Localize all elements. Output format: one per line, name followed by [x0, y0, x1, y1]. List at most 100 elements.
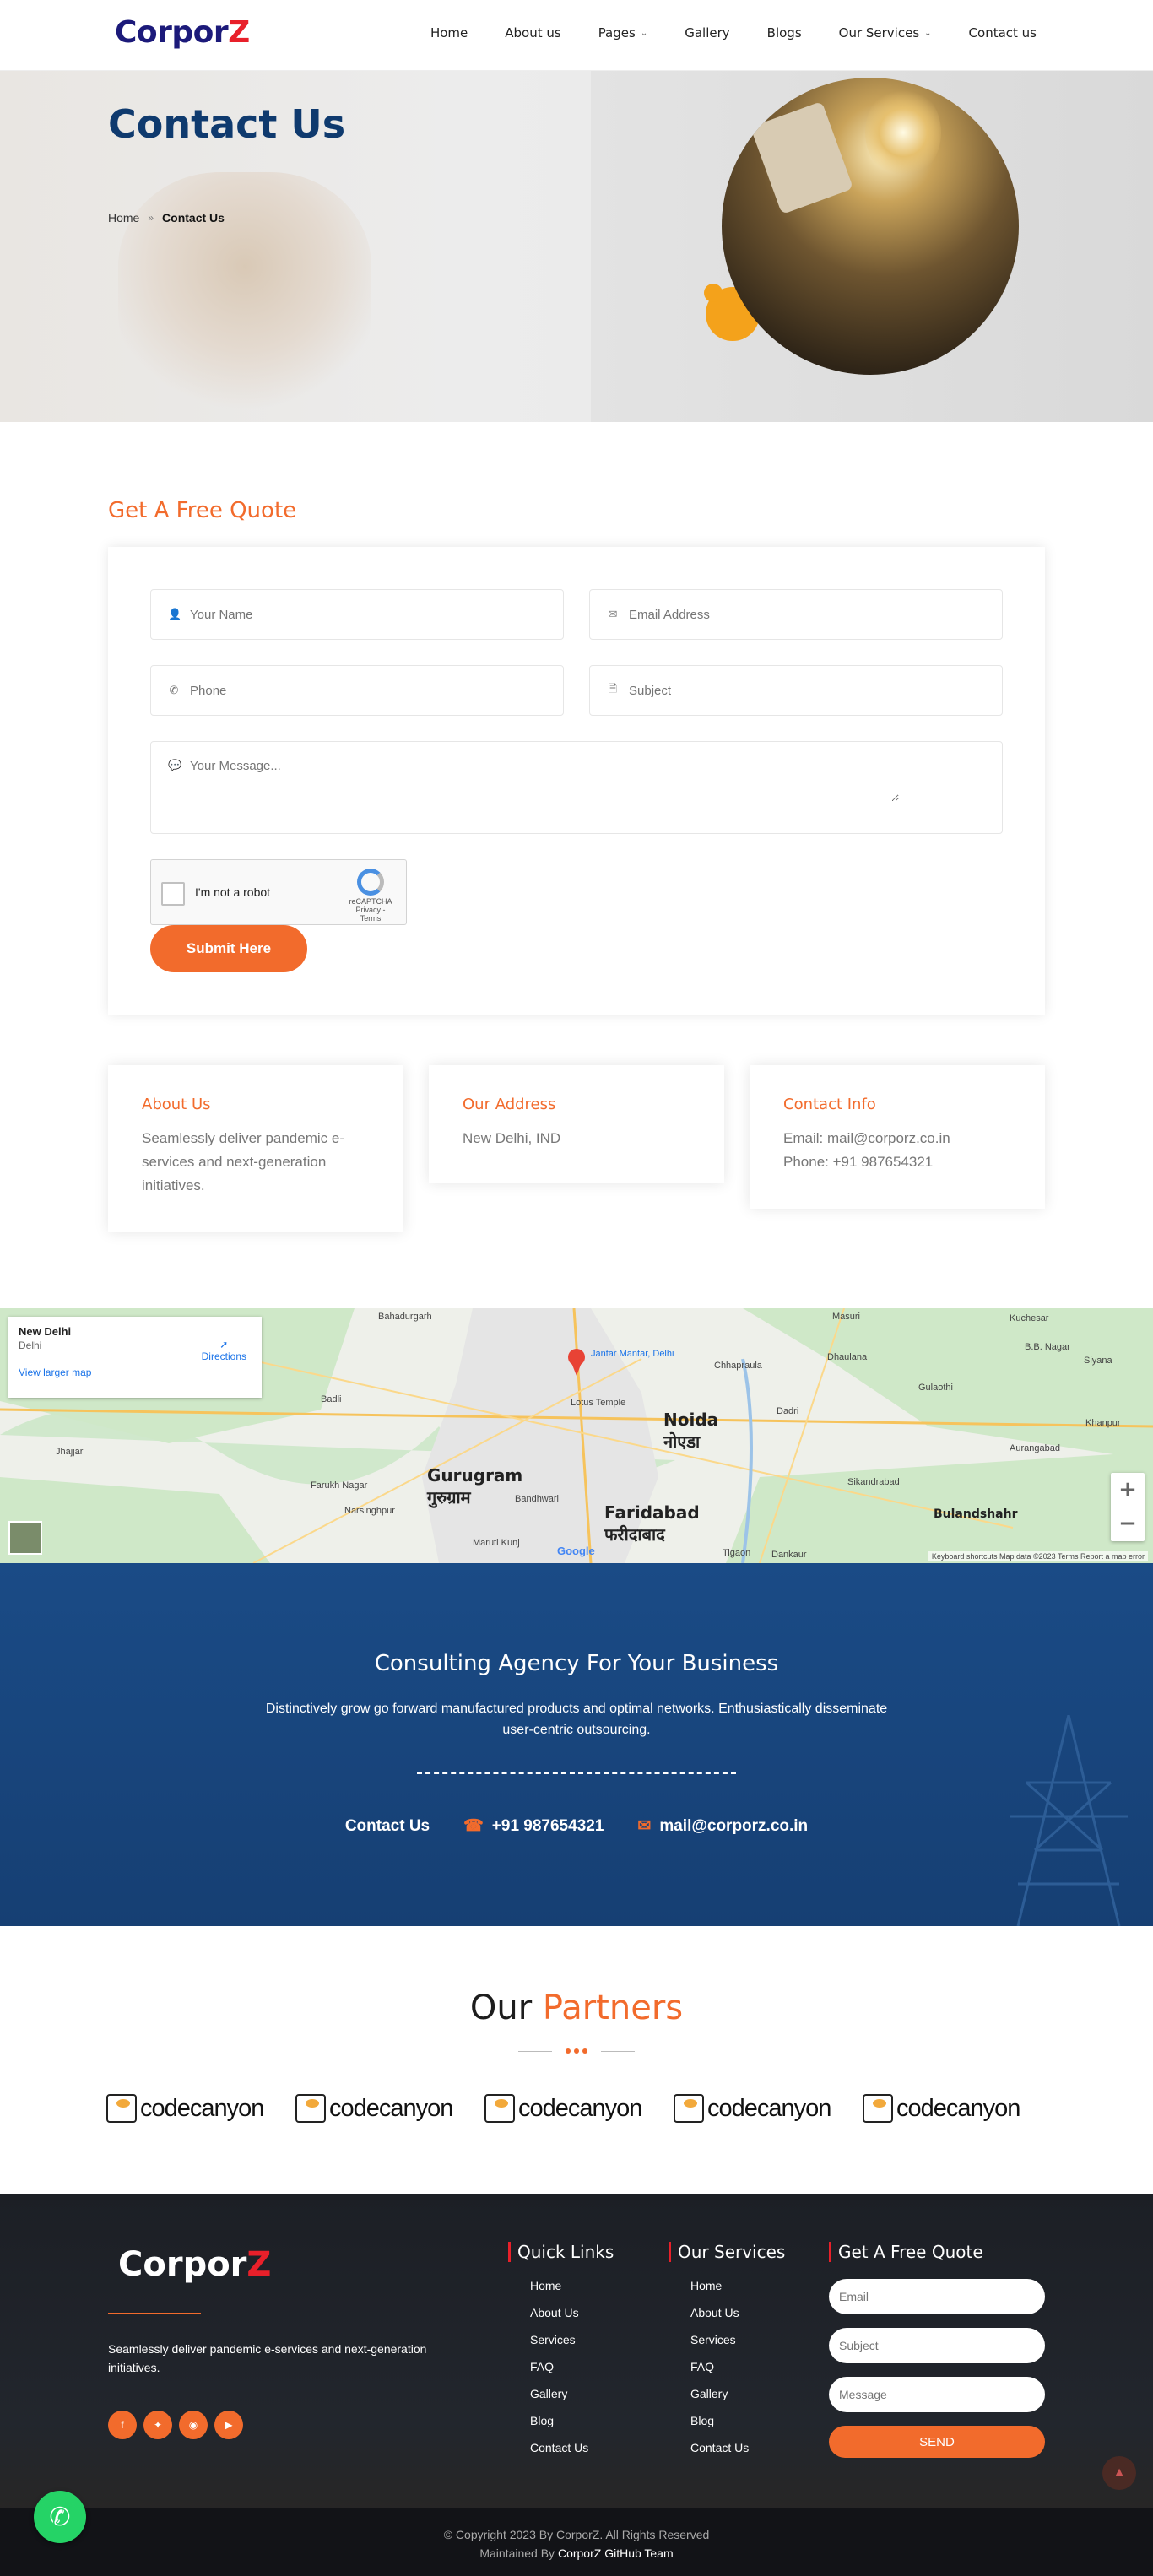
footer-email-input[interactable]: [829, 2279, 1045, 2314]
partner-logo[interactable]: codecanyon: [295, 2092, 453, 2125]
whatsapp-icon[interactable]: ✆: [34, 2491, 86, 2543]
partner-logo[interactable]: codecanyon: [484, 2092, 642, 2125]
instagram-icon[interactable]: ◉: [179, 2411, 208, 2439]
phone-input[interactable]: [190, 683, 526, 698]
site-logo[interactable]: CorporZ: [115, 15, 250, 50]
service-link[interactable]: Services: [690, 2333, 785, 2346]
send-button[interactable]: SEND: [829, 2426, 1045, 2458]
service-link[interactable]: Home: [690, 2279, 785, 2292]
quick-link[interactable]: About Us: [530, 2306, 614, 2319]
twitter-icon[interactable]: ✦: [143, 2411, 172, 2439]
map-label-tigaon: Tigaon: [723, 1548, 751, 1558]
chevron-down-icon: ⌄: [924, 28, 932, 38]
user-icon: 👤: [168, 608, 182, 620]
service-link[interactable]: About Us: [690, 2306, 785, 2319]
maintainer-link[interactable]: CorporZ GitHub Team: [558, 2546, 674, 2560]
map-zoom: + −: [1111, 1473, 1145, 1541]
bulb-glow: [865, 86, 941, 179]
email-field[interactable]: ✉: [589, 589, 1003, 640]
service-link[interactable]: Gallery: [690, 2387, 785, 2400]
contact-card-title: Contact Info: [783, 1096, 876, 1113]
decor-circle-small: [704, 284, 723, 302]
contact-card-phone: Phone: +91 987654321: [783, 1154, 934, 1170]
satellite-toggle[interactable]: [8, 1521, 42, 1555]
service-links: Our Services Home About Us Services FAQ …: [669, 2242, 785, 2468]
subject-field[interactable]: 🗎: [589, 665, 1003, 716]
map-label-dhaulana: Dhaulana: [827, 1352, 868, 1362]
envelope-icon: ✉: [637, 1817, 652, 1835]
codecanyon-icon: [863, 2094, 893, 2123]
menu-home[interactable]: Home: [430, 25, 468, 41]
youtube-icon[interactable]: ▶: [214, 2411, 243, 2439]
quote-title: Get A Free Quote: [108, 498, 297, 523]
recaptcha-links[interactable]: Privacy - Terms: [345, 906, 396, 923]
quick-link[interactable]: Home: [530, 2279, 614, 2292]
google-map[interactable]: Jantar Mantar, Delhi Lotus Temple Bahadu…: [0, 1308, 1153, 1563]
menu-blogs[interactable]: Blogs: [767, 25, 802, 41]
map-place-card: New Delhi Delhi View larger map ➚ Directi…: [8, 1317, 262, 1398]
submit-button[interactable]: Submit Here: [150, 925, 307, 972]
scroll-top-icon[interactable]: ▲: [1102, 2456, 1136, 2490]
service-links-title: Our Services: [669, 2242, 785, 2262]
recaptcha-checkbox[interactable]: [161, 882, 185, 906]
menu-gallery[interactable]: Gallery: [685, 25, 729, 41]
menu-about[interactable]: About us: [505, 25, 560, 41]
quick-link[interactable]: Contact Us: [530, 2441, 614, 2454]
message-field[interactable]: 💬: [150, 741, 1003, 834]
page-title: Contact Us: [108, 101, 346, 147]
chevron-down-icon: ⌄: [640, 28, 648, 38]
quick-link[interactable]: Blog: [530, 2414, 614, 2427]
directions-icon: ➚: [219, 1339, 229, 1350]
zoom-in-button[interactable]: +: [1111, 1473, 1145, 1507]
phone-field[interactable]: ✆: [150, 665, 564, 716]
menu-pages[interactable]: Pages ⌄: [598, 25, 648, 41]
quick-link[interactable]: FAQ: [530, 2360, 614, 2373]
footer-quote-form: Get A Free Quote SEND: [829, 2242, 1045, 2458]
map-label-badli: Badli: [321, 1394, 342, 1404]
quote-form: 👤 ✉ ✆ 🗎 💬 I'm not a robot reCAPTCHA Priv…: [108, 547, 1045, 1015]
quick-links: Quick Links Home About Us Services FAQ G…: [508, 2242, 614, 2468]
service-link[interactable]: Contact Us: [690, 2441, 785, 2454]
partner-logo[interactable]: codecanyon: [106, 2092, 264, 2125]
quick-link[interactable]: Services: [530, 2333, 614, 2346]
footer: CorporZ Seamlessly deliver pandemic e-se…: [0, 2194, 1153, 2576]
breadcrumb-home[interactable]: Home: [108, 211, 139, 225]
email-input[interactable]: [629, 607, 965, 622]
map-label-dankaur: Dankaur: [771, 1550, 807, 1560]
page: CorporZ Home About us Pages ⌄ Gallery Blo…: [0, 0, 1153, 2576]
service-link[interactable]: Blog: [690, 2414, 785, 2427]
map-label-aurangabad: Aurangabad: [1010, 1443, 1060, 1453]
name-field[interactable]: 👤: [150, 589, 564, 640]
consulting-phone[interactable]: ☎ +91 987654321: [463, 1816, 604, 1836]
service-link[interactable]: FAQ: [690, 2360, 785, 2373]
directions-link[interactable]: ➚ Directions: [202, 1339, 246, 1362]
map-place-title: New Delhi: [19, 1325, 72, 1338]
name-input[interactable]: [190, 607, 526, 622]
map-footer[interactable]: Keyboard shortcuts Map data ©2023 Terms …: [928, 1551, 1148, 1561]
footer-quote-title: Get A Free Quote: [829, 2242, 1045, 2262]
partner-logo[interactable]: codecanyon: [674, 2092, 831, 2125]
headset-icon: ☎: [463, 1817, 484, 1835]
consulting-text: Distinctively grow go forward manufactur…: [265, 1702, 888, 1737]
zoom-out-button[interactable]: −: [1111, 1507, 1145, 1540]
facebook-icon[interactable]: f: [108, 2411, 137, 2439]
breadcrumb-separator-icon: »: [148, 212, 154, 224]
footer-message-input[interactable]: [829, 2377, 1045, 2412]
message-input[interactable]: [190, 759, 899, 802]
footer-logo[interactable]: CorporZ: [118, 2245, 271, 2284]
recaptcha-brand: reCAPTCHA Privacy - Terms: [345, 869, 396, 923]
menu-services[interactable]: Our Services ⌄: [839, 25, 932, 41]
map-label-kuchesar: Kuchesar: [1010, 1313, 1049, 1323]
hero-bulb-image: [722, 78, 1019, 375]
navbar: CorporZ Home About us Pages ⌄ Gallery Blo…: [0, 0, 1153, 71]
menu-contact[interactable]: Contact us: [969, 25, 1037, 41]
map-label-jhajjar: Jhajjar: [56, 1447, 84, 1457]
partner-logo[interactable]: codecanyon: [863, 2092, 1020, 2125]
footer-subject-input[interactable]: [829, 2328, 1045, 2363]
view-larger-map-link[interactable]: View larger map: [19, 1366, 252, 1378]
address-card-title: Our Address: [463, 1096, 556, 1113]
consulting-email[interactable]: ✉ mail@corporz.co.in: [637, 1816, 808, 1836]
quick-link[interactable]: Gallery: [530, 2387, 614, 2400]
subject-input[interactable]: [629, 683, 965, 698]
breadcrumb: Home » Contact Us: [108, 211, 225, 225]
